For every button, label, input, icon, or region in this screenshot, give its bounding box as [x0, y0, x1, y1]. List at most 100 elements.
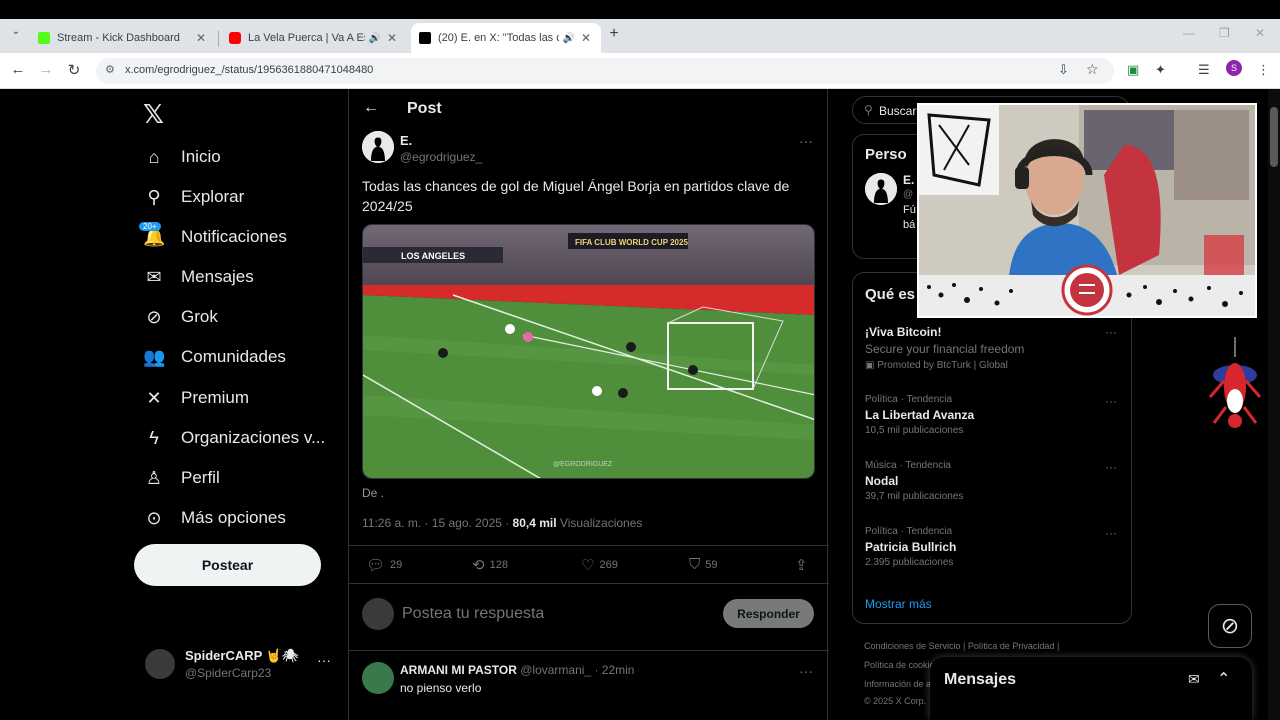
trend-item[interactable]: Política · Tendencia La Libertad Avanza …: [865, 394, 1121, 436]
like-action[interactable]: ♡ 269: [581, 556, 618, 574]
extension-green-icon[interactable]: ▣: [1127, 62, 1139, 78]
comment-author-name[interactable]: ARMANI MI PASTOR: [400, 663, 517, 677]
trend-more-icon[interactable]: ···: [1105, 526, 1117, 540]
sidebar-item-label: Organizaciones v...: [181, 428, 326, 447]
new-message-icon[interactable]: ✉: [1188, 671, 1200, 688]
sidebar-item-notificaciones[interactable]: 🔔 Notificaciones: [143, 222, 287, 252]
suggested-handle[interactable]: @: [903, 189, 913, 200]
trend-item[interactable]: Política · Tendencia Patricia Bullrich 2…: [865, 526, 1121, 568]
tab-youtube[interactable]: La Vela Puerca | Va A Escam 🔊 ✕: [221, 23, 407, 53]
grok-fab-button[interactable]: ⊘: [1208, 604, 1252, 648]
sidebar-item-comunidades[interactable]: 👥 Comunidades: [143, 342, 286, 372]
footer-links[interactable]: Condiciones de Servicio | Política de Pr…: [864, 641, 1059, 651]
person-icon: ♙: [145, 467, 163, 488]
comment-avatar[interactable]: [362, 662, 394, 694]
trend-more-icon[interactable]: ···: [1105, 325, 1117, 339]
sidebar-item-explorar[interactable]: ⚲ Explorar: [143, 182, 244, 212]
promoted-trend[interactable]: ¡Viva Bitcoin! Secure your financial fre…: [865, 325, 1121, 371]
url-text[interactable]: x.com/egrodriguez_/status/19563618804710…: [125, 64, 373, 76]
comment-header: ARMANI MI PASTOR @lovarmani_ · 22min: [400, 663, 634, 677]
grok-icon: ⊘: [1220, 613, 1240, 638]
comment-author-handle[interactable]: @lovarmani_ · 22min: [520, 663, 634, 677]
account-name: SpiderCARP 🤘🕷: [185, 648, 299, 663]
trends-card: Qué es ¡Viva Bitcoin! Secure your financ…: [852, 272, 1132, 624]
account-switcher[interactable]: SpiderCARP 🤘🕷 @SpiderCarp23 ···: [145, 646, 335, 686]
notifications-badge: 20+: [139, 222, 161, 231]
back-arrow-icon[interactable]: ←: [363, 99, 379, 117]
menu-kebab-icon[interactable]: ⋮: [1257, 62, 1270, 78]
tab-title: (20) E. en X: "Todas las chan: [438, 32, 559, 44]
footer-link[interactable]: Información de a: [864, 679, 931, 689]
show-more-link[interactable]: Mostrar más: [865, 597, 932, 611]
messages-title: Mensajes: [944, 671, 1017, 688]
messages-drawer[interactable]: Mensajes ✉ ⌃: [930, 657, 1252, 720]
footer-link[interactable]: Política de cookies: [864, 660, 939, 670]
repost-count: 128: [489, 559, 508, 571]
post-button[interactable]: Postear: [134, 544, 321, 586]
sidebar-item-más-opciones[interactable]: ⊙ Más opciones: [143, 503, 285, 533]
author-avatar[interactable]: [362, 131, 394, 163]
sidebar-item-perfil[interactable]: ♙ Perfil: [143, 463, 220, 493]
comment-more-icon[interactable]: ···: [799, 663, 813, 679]
webcam-picture: [919, 105, 1255, 316]
trend-item[interactable]: Música · Tendencia Nodal 39,7 mil public…: [865, 460, 1121, 502]
sidebar-item-label: Perfil: [181, 468, 220, 487]
translated-note: De .: [362, 486, 385, 500]
bookmark-icon: ⛉: [689, 556, 701, 573]
restore-icon[interactable]: ❐: [1219, 26, 1230, 40]
people-icon: 👥: [143, 346, 166, 367]
minimize-icon[interactable]: —: [1183, 26, 1195, 40]
sidebar-item-grok[interactable]: ⊘ Grok: [143, 302, 218, 332]
repost-action[interactable]: ⟲ 128: [472, 556, 508, 574]
post-timestamp[interactable]: 11:26 a. m. · 15 ago. 2025 ·: [362, 516, 513, 530]
sidebar-item-mensajes[interactable]: ✉ Mensajes: [143, 262, 253, 292]
back-icon[interactable]: ←: [8, 61, 28, 78]
page-scrollbar[interactable]: [1268, 89, 1280, 720]
close-icon[interactable]: ✕: [579, 31, 593, 45]
trend-more-icon[interactable]: ···: [1105, 460, 1117, 474]
reply-action[interactable]: 💬︎ 29: [366, 556, 402, 574]
expand-icon[interactable]: ⌃: [1217, 669, 1230, 689]
close-icon[interactable]: ✕: [385, 31, 399, 45]
install-icon[interactable]: ⇩: [1058, 62, 1069, 78]
omnibox[interactable]: ⚙ x.com/egrodriguez_/status/195636188047…: [96, 58, 1114, 84]
sidebar-item-label: Explorar: [181, 187, 245, 206]
reload-icon[interactable]: ↻: [64, 61, 84, 79]
promo-subtitle: Secure your financial freedom: [865, 342, 1025, 356]
bookmark-star-icon[interactable]: ☆: [1086, 61, 1099, 78]
trend-more-icon[interactable]: ···: [1105, 394, 1117, 408]
tab-x-post[interactable]: (20) E. en X: "Todas las chan 🔊 ✕: [411, 23, 601, 53]
share-action[interactable]: ⇪: [795, 556, 813, 574]
new-tab-button[interactable]: +: [604, 25, 624, 43]
sidebar-item-inicio[interactable]: ⌂ Inicio: [143, 142, 221, 172]
author-handle[interactable]: @egrodriguez_: [400, 150, 482, 164]
forward-icon[interactable]: →: [36, 61, 56, 78]
tab-search-icon[interactable]: ⌄: [6, 26, 26, 37]
media-control-icon[interactable]: ☰: [1198, 62, 1210, 78]
post-video[interactable]: LOS ANGELES FIFA CLUB WORLD CUP 2025 @EG…: [362, 224, 815, 479]
reply-input[interactable]: Postea tu respuesta: [402, 605, 544, 623]
divider: [349, 583, 829, 584]
sidebar-item-label: Notificaciones: [181, 227, 287, 246]
sidebar-item-organizaciones-v[interactable]: ϟ Organizaciones v...: [143, 423, 325, 453]
close-window-icon[interactable]: ✕: [1255, 26, 1265, 40]
post-more-icon[interactable]: ···: [799, 133, 813, 149]
reply-button[interactable]: Responder: [723, 599, 814, 628]
speaker-icon[interactable]: 🔊: [369, 33, 381, 44]
suggested-avatar[interactable]: [865, 173, 897, 205]
suggested-bio: Fú bá: [903, 203, 916, 233]
author-name[interactable]: E.: [400, 133, 412, 148]
suggested-name[interactable]: E.: [903, 173, 914, 187]
speaker-icon[interactable]: 🔊: [563, 33, 575, 44]
extensions-puzzle-icon[interactable]: ✦: [1155, 62, 1166, 78]
profile-avatar[interactable]: S: [1226, 60, 1242, 76]
x-logo[interactable]: 𝕏: [143, 99, 164, 130]
close-icon[interactable]: ✕: [194, 31, 208, 45]
tab-kick[interactable]: Stream - Kick Dashboard ✕: [30, 23, 216, 53]
scrollbar-thumb[interactable]: [1270, 107, 1278, 167]
sidebar-item-premium[interactable]: ✕ Premium: [143, 383, 249, 413]
bookmark-action[interactable]: ⛉ 59: [689, 556, 718, 573]
site-info-icon[interactable]: ⚙: [105, 63, 115, 76]
sidebar-item-label: Grok: [181, 307, 218, 326]
more-icon[interactable]: ···: [317, 652, 331, 668]
